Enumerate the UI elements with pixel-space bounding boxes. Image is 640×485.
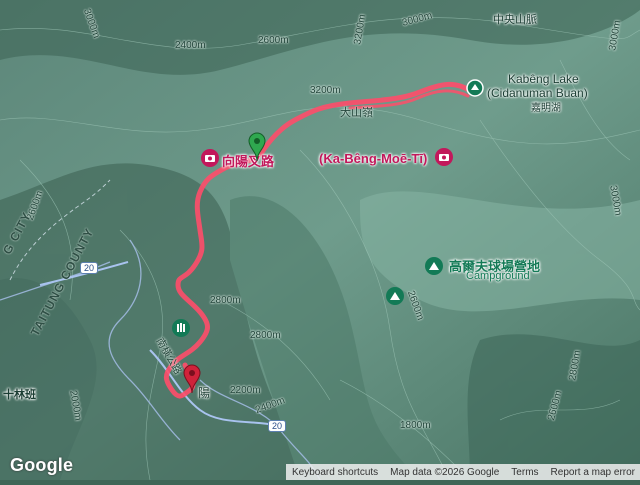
contour-label: 3200m xyxy=(310,85,341,96)
keyboard-shortcuts-link[interactable]: Keyboard shortcuts xyxy=(286,467,384,478)
central-range-label: 中央山脈 xyxy=(493,14,537,26)
lake-name-en: Kabêng Lake xyxy=(508,72,579,86)
yang-label: 陽 xyxy=(198,386,211,400)
start-pin-icon[interactable] xyxy=(247,132,267,167)
attribution-bar: Keyboard shortcuts Map data ©2026 Google… xyxy=(286,464,640,480)
report-error-link[interactable]: Report a map error xyxy=(545,467,640,478)
contour-label: 2800m xyxy=(250,330,281,341)
map-data-text: Map data ©2026 Google xyxy=(390,466,500,478)
lake-name-zh: 嘉明湖 xyxy=(531,103,561,114)
contour-label: 2800m xyxy=(210,295,241,306)
google-logo[interactable]: Google xyxy=(10,455,73,476)
camera-icon[interactable] xyxy=(200,148,220,173)
camera-icon[interactable] xyxy=(434,147,454,172)
lake-pin-icon[interactable] xyxy=(465,78,485,103)
ridge-label: 大山嶺 xyxy=(340,107,373,119)
campsite-icon[interactable] xyxy=(385,286,405,311)
contour-label: 2400m xyxy=(175,40,206,51)
lake-name-alt: (Cidanuman Buan) xyxy=(487,86,588,100)
hiker-icon[interactable] xyxy=(171,318,191,343)
village-label: 十林班 xyxy=(3,389,36,401)
contour-label: 2200m xyxy=(230,385,261,396)
campground-label: Campground xyxy=(466,270,530,282)
map-canvas[interactable]: 3000m 3200m 2600m 3000m 2400m 2600m 2800… xyxy=(0,0,640,481)
ka-beng-label: (Ka-Bêng-Moē-Tī) xyxy=(319,151,428,166)
contour-label: 2600m xyxy=(258,35,289,46)
route-shield: 20 xyxy=(268,420,287,432)
campsite-icon[interactable] xyxy=(424,256,444,281)
contour-label: 1800m xyxy=(400,420,431,431)
route-shield: 20 xyxy=(80,262,99,274)
terms-link[interactable]: Terms xyxy=(505,467,544,478)
